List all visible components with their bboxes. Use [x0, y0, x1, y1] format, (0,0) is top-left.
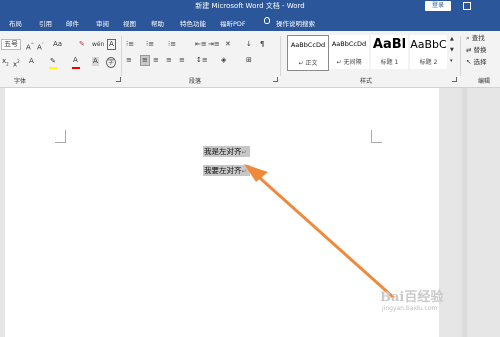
watermark-url: jingyan.baidu.com — [382, 305, 438, 312]
annotation-arrow-line — [250, 169, 395, 299]
annotation-arrow-head — [244, 164, 268, 182]
watermark-logo: Bai百经验 — [380, 290, 444, 305]
